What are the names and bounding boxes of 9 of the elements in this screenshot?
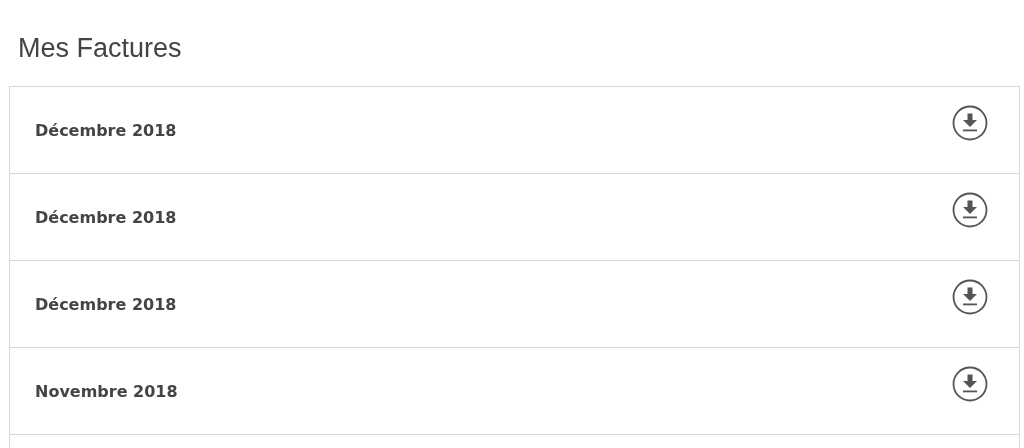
download-icon[interactable] [952,105,988,141]
download-icon[interactable] [952,192,988,228]
download-icon[interactable] [952,279,988,315]
invoice-month: Novembre 2018 [35,381,178,401]
invoice-month: Décembre 2018 [35,294,177,314]
invoice-month: Décembre 2018 [35,207,177,227]
page-title: Mes Factures [18,32,182,65]
download-icon[interactable] [952,366,988,402]
invoice-month: Décembre 2018 [35,120,177,140]
